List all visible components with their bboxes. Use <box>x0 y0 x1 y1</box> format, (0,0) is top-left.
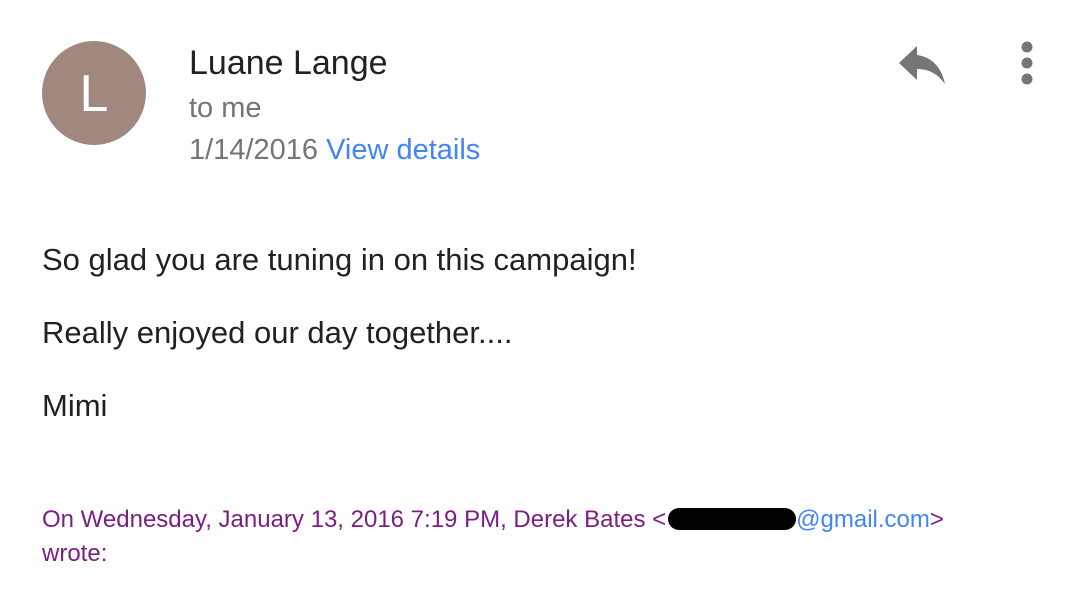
quote-attribution: On Wednesday, January 13, 2016 7:19 PM, … <box>42 503 944 537</box>
sender-name[interactable]: Luane Lange <box>189 42 388 84</box>
quote-attribution-prefix: On Wednesday, January 13, 2016 7:19 PM, … <box>42 506 667 533</box>
message-line: Really enjoyed our day together.... <box>42 315 513 350</box>
message-date: 1/14/2016 <box>189 134 319 166</box>
email-domain-link[interactable]: @gmail.com <box>796 506 930 533</box>
email-message-view: L Luane Lange to me 1/14/2016 View detai… <box>0 0 1080 594</box>
more-vert-icon <box>1021 41 1033 85</box>
reply-icon <box>899 46 945 84</box>
message-line: So glad you are tuning in on this campai… <box>42 242 637 277</box>
quote-attribution-suffix: > <box>929 506 944 533</box>
avatar[interactable]: L <box>42 41 146 145</box>
redacted-email-block <box>668 508 797 530</box>
view-details-link[interactable]: View details <box>326 134 480 166</box>
recipient-label: to me <box>189 92 262 124</box>
reply-button[interactable] <box>893 38 951 92</box>
avatar-letter: L <box>79 65 109 123</box>
date-line: 1/14/2016 View details <box>189 131 480 169</box>
more-options-button[interactable] <box>1010 38 1044 88</box>
quote-wrote: wrote: <box>42 540 108 567</box>
message-signature: Mimi <box>42 388 108 423</box>
